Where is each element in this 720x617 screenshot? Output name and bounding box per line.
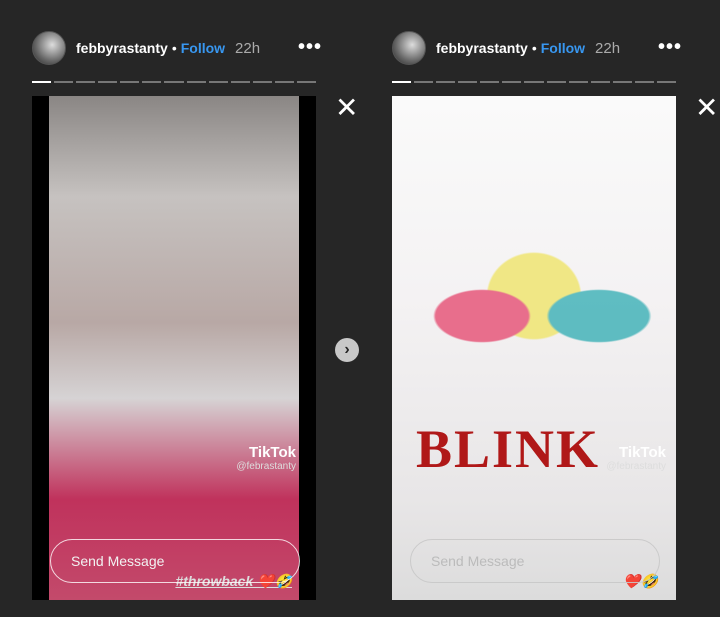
progress-segment [54, 81, 74, 83]
tiktok-logo-text: TikTok [249, 444, 296, 461]
progress-segment [634, 81, 654, 83]
progress-segment [252, 81, 272, 83]
tiktok-handle: @febrastanty [606, 461, 666, 472]
progress-segment [568, 81, 588, 83]
more-options-icon[interactable]: ••• [658, 36, 682, 59]
blink-logo: BLINK [416, 419, 601, 479]
progress-segment [76, 81, 96, 83]
story-media[interactable]: BLINK TikTok @febrastanty ❤️🤣 Send Messag… [392, 96, 676, 600]
tiktok-watermark: TikTok @febrastanty [236, 444, 296, 472]
separator-dot: • [531, 40, 537, 56]
tiktok-handle: @febrastanty [236, 461, 296, 472]
tiktok-logo-text: TikTok [619, 444, 666, 461]
progress-segment [524, 81, 544, 83]
story-header: febbyrastanty • Follow 22h ••• [392, 30, 692, 66]
progress-segment [32, 81, 52, 83]
progress-segment [546, 81, 566, 83]
progress-segment [142, 81, 162, 83]
follow-button[interactable]: Follow [181, 40, 225, 56]
progress-segment [414, 81, 434, 83]
story-photo [404, 216, 664, 416]
progress-bar [32, 81, 317, 83]
progress-segment [296, 81, 317, 83]
story-header: febbyrastanty • Follow 22h ••• [32, 30, 332, 66]
tiktok-watermark: TikTok @febrastanty [606, 444, 666, 472]
send-message-input[interactable]: Send Message [50, 539, 300, 583]
avatar[interactable] [392, 31, 426, 65]
progress-segment [480, 81, 500, 83]
progress-segment [208, 81, 228, 83]
story-panel-1: febbyrastanty • Follow 22h ••• TikTok @fe… [32, 0, 332, 617]
story-photo [49, 96, 299, 600]
progress-bar [392, 81, 677, 83]
story-panel-2: febbyrastanty • Follow 22h ••• BLINK Tik… [392, 0, 692, 617]
progress-segment [230, 81, 250, 83]
timestamp: 22h [235, 39, 261, 57]
close-icon[interactable]: ✕ [335, 94, 358, 122]
progress-segment [392, 81, 412, 83]
follow-button[interactable]: Follow [541, 40, 585, 56]
progress-segment [98, 81, 118, 83]
avatar[interactable] [32, 31, 66, 65]
progress-segment [656, 81, 677, 83]
progress-segment [186, 81, 206, 83]
username[interactable]: febbyrastanty [436, 40, 528, 56]
timestamp: 22h [595, 39, 621, 57]
progress-segment [502, 81, 522, 83]
progress-segment [612, 81, 632, 83]
username[interactable]: febbyrastanty [76, 40, 168, 56]
close-icon[interactable]: ✕ [695, 94, 718, 122]
more-options-icon[interactable]: ••• [298, 36, 322, 59]
progress-segment [458, 81, 478, 83]
next-story-button[interactable]: › [335, 338, 359, 362]
separator-dot: • [171, 40, 177, 56]
progress-segment [274, 81, 294, 83]
progress-segment [590, 81, 610, 83]
send-message-input[interactable]: Send Message [410, 539, 660, 583]
progress-segment [120, 81, 140, 83]
story-media[interactable]: TikTok @febrastanty #throwback ❤️🤣 Send M… [32, 96, 316, 600]
progress-segment [436, 81, 456, 83]
progress-segment [164, 81, 184, 83]
